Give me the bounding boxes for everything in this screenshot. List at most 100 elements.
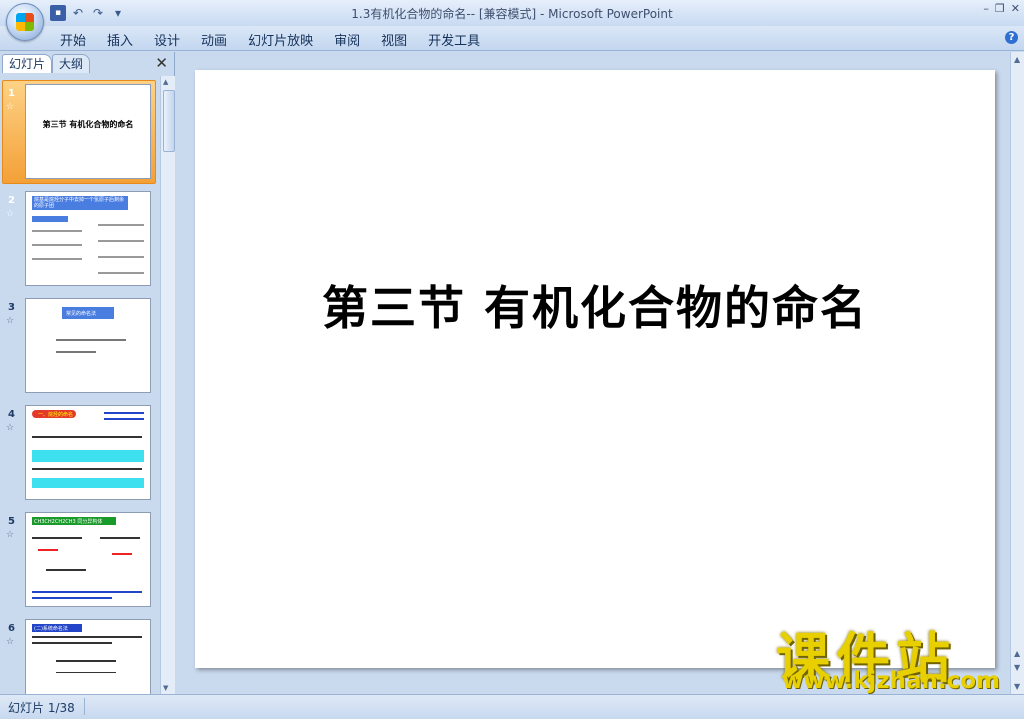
thumbnail-line	[32, 468, 142, 470]
pane-scrollbar[interactable]: ▲ ▼	[160, 76, 175, 694]
window-controls: – ❐ ✕	[983, 2, 1020, 15]
thumbnail-line	[56, 660, 116, 662]
animation-icon: ☆	[6, 423, 15, 433]
slide-number: 2	[8, 195, 15, 206]
status-bar: 幻灯片 1/38	[0, 694, 1024, 719]
slide-thumbnail-4[interactable]: 4 ☆ 一、烷烃的命名	[0, 405, 160, 505]
slide-preview: 常见的命名法	[25, 298, 151, 393]
slide-preview: (二)系统命名法	[25, 619, 151, 694]
scroll-thumb[interactable]	[163, 90, 175, 152]
slide-editor: 第三节 有机化合物的命名	[178, 52, 1010, 694]
slide-thumbnail-3[interactable]: 3 ☆ 常见的命名法	[0, 298, 160, 398]
help-icon[interactable]: ?	[1005, 31, 1018, 44]
slide-number: 3	[8, 302, 15, 313]
thumbnail-header-bar: 烷基是烷烃分子中去掉一个氢原子后剩余的原子团	[32, 196, 128, 210]
window-title: 1.3有机化合物的命名-- [兼容模式] - Microsoft PowerPo…	[351, 7, 673, 21]
thumbnail-header: 烷基是烷烃分子中去掉一个氢原子后剩余的原子团	[34, 197, 125, 209]
minimize-icon[interactable]: –	[983, 2, 989, 15]
ribbon: 开始 插入 设计 动画 幻灯片放映 审阅 视图 开发工具 ?	[0, 26, 1024, 51]
watermark: 课件站 www.kjzhan.com	[770, 614, 1010, 696]
thumbnail-line	[32, 436, 142, 438]
thumbnail-subheader-bar	[32, 216, 68, 222]
slide-number: 5	[8, 516, 15, 527]
title-bar: ▪ ↶ ↷ ▾ 1.3有机化合物的命名-- [兼容模式] - Microsoft…	[0, 0, 1024, 41]
thumbnail-line	[32, 597, 112, 599]
thumbnail-line	[98, 256, 144, 258]
slide-thumbnail-1[interactable]: 1 ☆ 第三节 有机化合物的命名	[0, 80, 160, 184]
slides-pane: 幻灯片 大纲 ✕ 1 ☆ 第三节 有机化合物的命名 2 ☆ 烷基是烷烃分子中去掉…	[0, 52, 175, 694]
thumbnail-header: CH3CH2CH2CH3 同分异构体	[34, 519, 103, 525]
slide-thumbnail-5[interactable]: 5 ☆ CH3CH2CH2CH3 同分异构体	[0, 512, 160, 612]
thumbnail-highlight-bar	[32, 478, 144, 488]
thumbnail-title: 第三节 有机化合物的命名	[42, 120, 134, 129]
animation-icon: ☆	[6, 637, 15, 647]
thumbnail-line	[46, 569, 86, 571]
editor-scrollbar[interactable]: ▲ ▲ ▼ ▼	[1010, 52, 1024, 694]
tab-slideshow[interactable]: 幻灯片放映	[248, 30, 313, 49]
close-icon[interactable]: ✕	[1011, 2, 1020, 15]
office-button[interactable]	[6, 3, 44, 41]
prev-slide-icon[interactable]: ▲	[1014, 649, 1020, 658]
thumbnail-line	[32, 230, 82, 232]
slide-counter: 幻灯片 1/38	[8, 701, 75, 715]
thumbnail-header-bar: CH3CH2CH2CH3 同分异构体	[32, 517, 116, 525]
thumbnail-header-bar: (二)系统命名法	[32, 624, 82, 632]
thumbnail-line	[32, 636, 142, 638]
thumbnail-header: 一、烷烃的命名	[38, 412, 74, 418]
restore-icon[interactable]: ❐	[995, 2, 1005, 15]
thumbnail-line	[98, 272, 144, 274]
scroll-up-icon[interactable]: ▲	[163, 78, 168, 86]
thumbnail-line	[98, 240, 144, 242]
thumbnail-line	[104, 412, 144, 414]
thumbnail-line	[56, 672, 116, 673]
slide-preview: 一、烷烃的命名	[25, 405, 151, 500]
tab-insert[interactable]: 插入	[107, 30, 133, 49]
tab-slides[interactable]: 幻灯片	[2, 54, 53, 73]
thumbnail-line	[32, 642, 112, 644]
animation-icon: ☆	[6, 316, 15, 326]
next-slide-icon[interactable]: ▼	[1014, 663, 1020, 672]
slide-thumbnail-6[interactable]: 6 ☆ (二)系统命名法	[0, 619, 160, 694]
scroll-down-icon[interactable]: ▼	[1014, 682, 1020, 691]
animation-icon: ☆	[6, 102, 15, 112]
thumbnail-line	[38, 549, 58, 551]
thumbnail-header-bar: 一、烷烃的命名	[32, 410, 76, 418]
pane-close-icon[interactable]: ✕	[155, 54, 168, 72]
status-separator	[84, 698, 85, 715]
slide-number: 1	[8, 88, 15, 99]
tab-animation[interactable]: 动画	[201, 30, 227, 49]
thumbnail-line	[32, 244, 82, 246]
slide-thumbnail-2[interactable]: 2 ☆ 烷基是烷烃分子中去掉一个氢原子后剩余的原子团	[0, 191, 160, 291]
thumbnail-header: (二)系统命名法	[34, 626, 68, 632]
thumbnail-list: 1 ☆ 第三节 有机化合物的命名 2 ☆ 烷基是烷烃分子中去掉一个氢原子后剩余的…	[0, 76, 160, 694]
thumbnail-line	[56, 339, 126, 341]
tab-review[interactable]: 审阅	[334, 30, 360, 49]
current-slide[interactable]: 第三节 有机化合物的命名	[195, 70, 995, 668]
animation-icon: ☆	[6, 209, 15, 219]
slide-preview: 第三节 有机化合物的命名	[25, 84, 151, 179]
thumbnail-line	[112, 553, 132, 555]
tab-developer[interactable]: 开发工具	[428, 30, 480, 49]
thumbnail-header-bar: 常见的命名法	[62, 307, 114, 319]
watermark-url: www.kjzhan.com	[782, 668, 1000, 694]
slide-preview: CH3CH2CH2CH3 同分异构体	[25, 512, 151, 607]
office-logo-icon	[16, 13, 34, 31]
tab-outline[interactable]: 大纲	[52, 54, 91, 73]
slide-preview: 烷基是烷烃分子中去掉一个氢原子后剩余的原子团	[25, 191, 151, 286]
tab-design[interactable]: 设计	[154, 30, 180, 49]
ribbon-tabs: 开始 插入 设计 动画 幻灯片放映 审阅 视图 开发工具	[60, 30, 501, 49]
thumbnail-line	[98, 224, 144, 226]
thumbnail-line	[100, 537, 140, 539]
scroll-up-icon[interactable]: ▲	[1014, 55, 1020, 64]
pane-tabs: 幻灯片 大纲 ✕	[0, 52, 174, 74]
slide-number: 4	[8, 409, 15, 420]
slide-number: 6	[8, 623, 15, 634]
animation-icon: ☆	[6, 530, 15, 540]
thumbnail-header: 常见的命名法	[66, 311, 97, 317]
thumbnail-line	[32, 591, 142, 593]
tab-view[interactable]: 视图	[381, 30, 407, 49]
slide-title[interactable]: 第三节 有机化合物的命名	[195, 272, 995, 338]
scroll-down-icon[interactable]: ▼	[163, 684, 168, 692]
thumbnail-line	[104, 418, 144, 420]
tab-home[interactable]: 开始	[60, 30, 86, 49]
